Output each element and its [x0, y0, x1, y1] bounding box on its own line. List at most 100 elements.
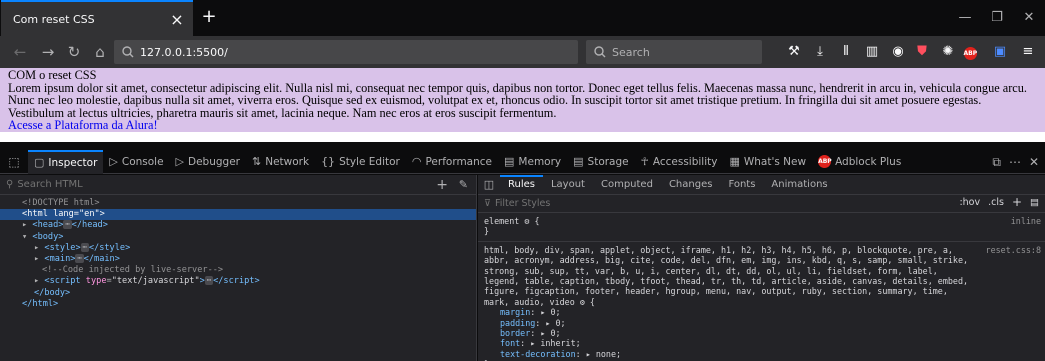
download-icon[interactable]: ⤓: [808, 40, 832, 64]
toggle-pane-icon[interactable]: ◫: [478, 178, 500, 191]
tab-memory[interactable]: ▤ Memory: [498, 150, 567, 174]
tree-node-script[interactable]: ▸ <script type="text/javascript"> ⋯ </scri…: [0, 276, 476, 287]
rules-panel: ◫ Rules Layout Computed Changes Fonts An…: [478, 175, 1045, 361]
hov-toggle[interactable]: :hov: [959, 197, 980, 208]
tab-adblock-plus[interactable]: ABP Adblock Plus: [812, 150, 907, 174]
sidebar-tabs: ◫ Rules Layout Computed Changes Fonts An…: [478, 175, 1045, 195]
add-rule-icon[interactable]: +: [1012, 196, 1022, 208]
page-heading: COM o reset CSS: [8, 68, 97, 82]
tab-whats-new[interactable]: ▦ What's New: [723, 150, 812, 174]
tab-layout[interactable]: Layout: [543, 175, 593, 195]
filter-tools: :hov .cls + ▤: [959, 196, 1039, 208]
collapsed-dots[interactable]: ⋯: [63, 220, 72, 230]
element-picker-icon[interactable]: ⬚: [0, 150, 28, 174]
devtools-toolbar: ⬚ ▢ Inspector ▷ Console ▷ Debugger ⇅ Network…: [0, 149, 1045, 174]
restore-icon[interactable]: ❐: [982, 6, 1012, 30]
reload-icon[interactable]: ↻: [62, 40, 86, 64]
tree-node-doctype[interactable]: <!DOCTYPE html>: [0, 198, 476, 209]
tools-icon[interactable]: ⚒: [782, 40, 806, 64]
print-media-icon[interactable]: ▤: [1030, 197, 1039, 208]
tab-network[interactable]: ⇅ Network: [246, 150, 315, 174]
more-options-icon[interactable]: ⋯: [1009, 155, 1021, 169]
tab-computed[interactable]: Computed: [593, 175, 661, 195]
browser-tab[interactable]: Com reset CSS ×: [1, 0, 193, 36]
rule-property[interactable]: font: ▸ inherit;: [484, 338, 1039, 348]
search-bar[interactable]: Search: [586, 40, 762, 64]
dock-icon[interactable]: ⧉: [992, 155, 1001, 170]
search-html-input[interactable]: ⚲ Search HTML + ✎: [0, 175, 476, 195]
tab-close-icon[interactable]: ×: [169, 10, 185, 29]
accessibility-icon: ☥: [640, 155, 649, 168]
new-tab-button[interactable]: +: [197, 6, 221, 30]
tab-animations[interactable]: Animations: [763, 175, 835, 195]
tab-accessibility[interactable]: ☥ Accessibility: [635, 150, 724, 174]
collapsed-dots[interactable]: ⋯: [75, 253, 84, 263]
page-main: COM o reset CSS Lorem ipsum dolor sit am…: [0, 68, 1045, 132]
close-window-icon[interactable]: ✕: [1014, 6, 1044, 30]
filter-icon: ⊽: [484, 198, 491, 209]
extension-icon[interactable]: ✺: [936, 40, 960, 64]
search-icon: [594, 46, 606, 58]
expand-arrow-icon[interactable]: ▸: [34, 243, 39, 253]
tab-performance[interactable]: ◠ Performance: [406, 150, 498, 174]
gear-icon[interactable]: ⚙: [580, 297, 585, 307]
abp-badge: ABP: [963, 47, 977, 60]
debugger-icon: ▷: [175, 155, 185, 168]
rule-property[interactable]: margin: ▸ 0;: [484, 307, 1039, 317]
collapsed-dots[interactable]: ⋯: [80, 242, 89, 252]
tree-node-style[interactable]: ▸ <style> ⋯ </style>: [0, 242, 476, 254]
collapse-arrow-icon[interactable]: ▾: [22, 232, 27, 242]
element-rule: inline element ⚙ { }: [478, 213, 1045, 242]
tree-node-comment[interactable]: <!--Code injected by live-server-->: [0, 265, 476, 276]
rule-property[interactable]: padding: ▸ 0;: [484, 318, 1039, 328]
library-icon[interactable]: ⫴: [834, 40, 858, 64]
info-icon: [122, 46, 134, 58]
account-icon[interactable]: ◉: [886, 40, 910, 64]
pocket-icon[interactable]: ⛊: [910, 40, 934, 64]
rule-property[interactable]: border: ▸ 0;: [484, 328, 1039, 338]
collapsed-dots[interactable]: ⋯: [204, 276, 214, 286]
expand-arrow-icon[interactable]: ▸: [34, 276, 39, 286]
sidebar-icon[interactable]: ▥: [860, 40, 884, 64]
tree-node-html[interactable]: <html lang="en">: [0, 209, 476, 221]
tab-debugger[interactable]: ▷ Debugger: [170, 150, 246, 174]
add-node-icon[interactable]: +: [436, 177, 448, 193]
memory-icon: ▤: [504, 155, 515, 168]
filter-styles-input[interactable]: ⊽ Filter Styles :hov .cls + ▤: [478, 195, 1045, 213]
tree-node-head[interactable]: ▸ <head> ⋯ </head>: [0, 220, 476, 231]
tab-console[interactable]: ▷ Console: [103, 150, 169, 174]
adblock-icon[interactable]: ABP: [960, 40, 984, 64]
eyedropper-icon[interactable]: ✎: [459, 178, 468, 191]
navigation-toolbar: ← → ↻ ⌂ 127.0.0.1:5500/ Search ⚒ ⤓ ⫴ ▥ ◉…: [0, 36, 1045, 68]
inspector-icon: ▢: [34, 156, 45, 169]
gear-icon[interactable]: ⚙: [524, 216, 529, 226]
alura-link[interactable]: Acesse a Plataforma da Alura!: [8, 119, 1037, 132]
minimize-icon[interactable]: —: [950, 6, 980, 30]
tab-storage[interactable]: ▤ Storage: [567, 150, 635, 174]
forward-arrow-icon[interactable]: →: [36, 40, 60, 64]
tab-inspector[interactable]: ▢ Inspector: [28, 149, 104, 174]
expand-arrow-icon[interactable]: ▸: [34, 254, 39, 264]
cls-toggle[interactable]: .cls: [988, 197, 1004, 208]
tab-changes[interactable]: Changes: [661, 175, 721, 195]
tab-style-editor[interactable]: {} Style Editor: [315, 150, 406, 174]
rule-property[interactable]: text-decoration: ▸ none;: [484, 349, 1039, 359]
tab-fonts[interactable]: Fonts: [720, 175, 763, 195]
close-devtools-icon[interactable]: ✕: [1029, 155, 1039, 169]
tree-node-body-close[interactable]: </body>: [0, 288, 476, 299]
translate-icon[interactable]: ▣: [988, 40, 1012, 64]
expand-arrow-icon[interactable]: ▸: [22, 220, 27, 230]
menu-icon[interactable]: ≡: [1016, 40, 1040, 64]
url-bar[interactable]: 127.0.0.1:5500/: [114, 40, 578, 64]
back-arrow-icon[interactable]: ←: [8, 40, 32, 64]
tree-node-html-close[interactable]: </html>: [0, 299, 476, 310]
element-rule-source[interactable]: inline: [1011, 216, 1041, 226]
tab-rules[interactable]: Rules: [500, 175, 543, 195]
performance-icon: ◠: [411, 155, 422, 168]
reset-rule-source[interactable]: reset.css:8: [986, 245, 1041, 255]
tree-node-body[interactable]: ▾ <body>: [0, 232, 476, 243]
tree-node-main[interactable]: ▸ <main> ⋯ </main>: [0, 253, 476, 265]
tab-strip: Com reset CSS × + — ❐ ✕: [0, 0, 1045, 36]
network-icon: ⇅: [252, 155, 262, 168]
home-icon[interactable]: ⌂: [88, 40, 112, 64]
